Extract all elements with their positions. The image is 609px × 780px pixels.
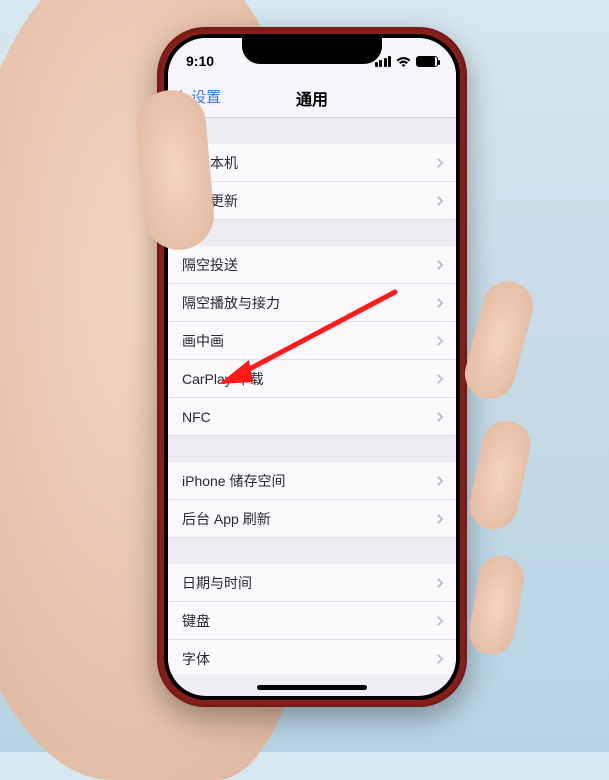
battery-icon [416, 56, 438, 67]
row-nfc[interactable]: NFC [168, 398, 456, 436]
row-date-time[interactable]: 日期与时间 [168, 564, 456, 602]
row-label: 日期与时间 [182, 573, 252, 593]
nav-bar: 设置 通用 [168, 78, 456, 118]
row-background-refresh[interactable]: 后台 App 刷新 [168, 500, 456, 538]
row-label: 键盘 [182, 611, 210, 631]
row-airplay-handoff[interactable]: 隔空播放与接力 [168, 284, 456, 322]
chevron-right-icon [434, 260, 444, 270]
chevron-right-icon [434, 374, 444, 384]
status-time: 9:10 [186, 53, 214, 69]
chevron-right-icon [434, 196, 444, 206]
chevron-right-icon [434, 578, 444, 588]
row-label: 字体 [182, 649, 210, 669]
row-pip[interactable]: 画中画 [168, 322, 456, 360]
row-label: NFC [182, 409, 211, 425]
group-gap [168, 538, 456, 564]
row-label: iPhone 储存空间 [182, 471, 285, 491]
home-indicator[interactable] [257, 685, 367, 690]
row-about[interactable]: 关于本机 [168, 144, 456, 182]
group-gap [168, 436, 456, 462]
row-label: 隔空投送 [182, 255, 238, 275]
finger [465, 416, 535, 534]
phone-notch [242, 38, 382, 64]
chevron-right-icon [434, 616, 444, 626]
wifi-icon [396, 55, 411, 67]
chevron-right-icon [434, 158, 444, 168]
row-airdrop[interactable]: 隔空投送 [168, 246, 456, 284]
finger [466, 552, 528, 658]
row-keyboard[interactable]: 键盘 [168, 602, 456, 640]
chevron-right-icon [434, 412, 444, 422]
row-carplay[interactable]: CarPlay 车载 [168, 360, 456, 398]
chevron-right-icon [434, 298, 444, 308]
row-label: CarPlay 车载 [182, 369, 264, 389]
phone-bezel: 9:10 设置 通用 关于本机 [164, 34, 460, 700]
page-title: 通用 [296, 86, 328, 110]
row-label: 隔空播放与接力 [182, 293, 280, 313]
status-right [375, 55, 439, 67]
chevron-right-icon [434, 336, 444, 346]
finger [459, 276, 538, 405]
row-fonts[interactable]: 字体 [168, 640, 456, 674]
chevron-right-icon [434, 654, 444, 664]
row-label: 画中画 [182, 331, 224, 351]
chevron-right-icon [434, 514, 444, 524]
phone-screen: 9:10 设置 通用 关于本机 [168, 38, 456, 696]
chevron-right-icon [434, 476, 444, 486]
row-storage[interactable]: iPhone 储存空间 [168, 462, 456, 500]
group-gap [168, 118, 456, 144]
row-label: 后台 App 刷新 [182, 509, 271, 529]
